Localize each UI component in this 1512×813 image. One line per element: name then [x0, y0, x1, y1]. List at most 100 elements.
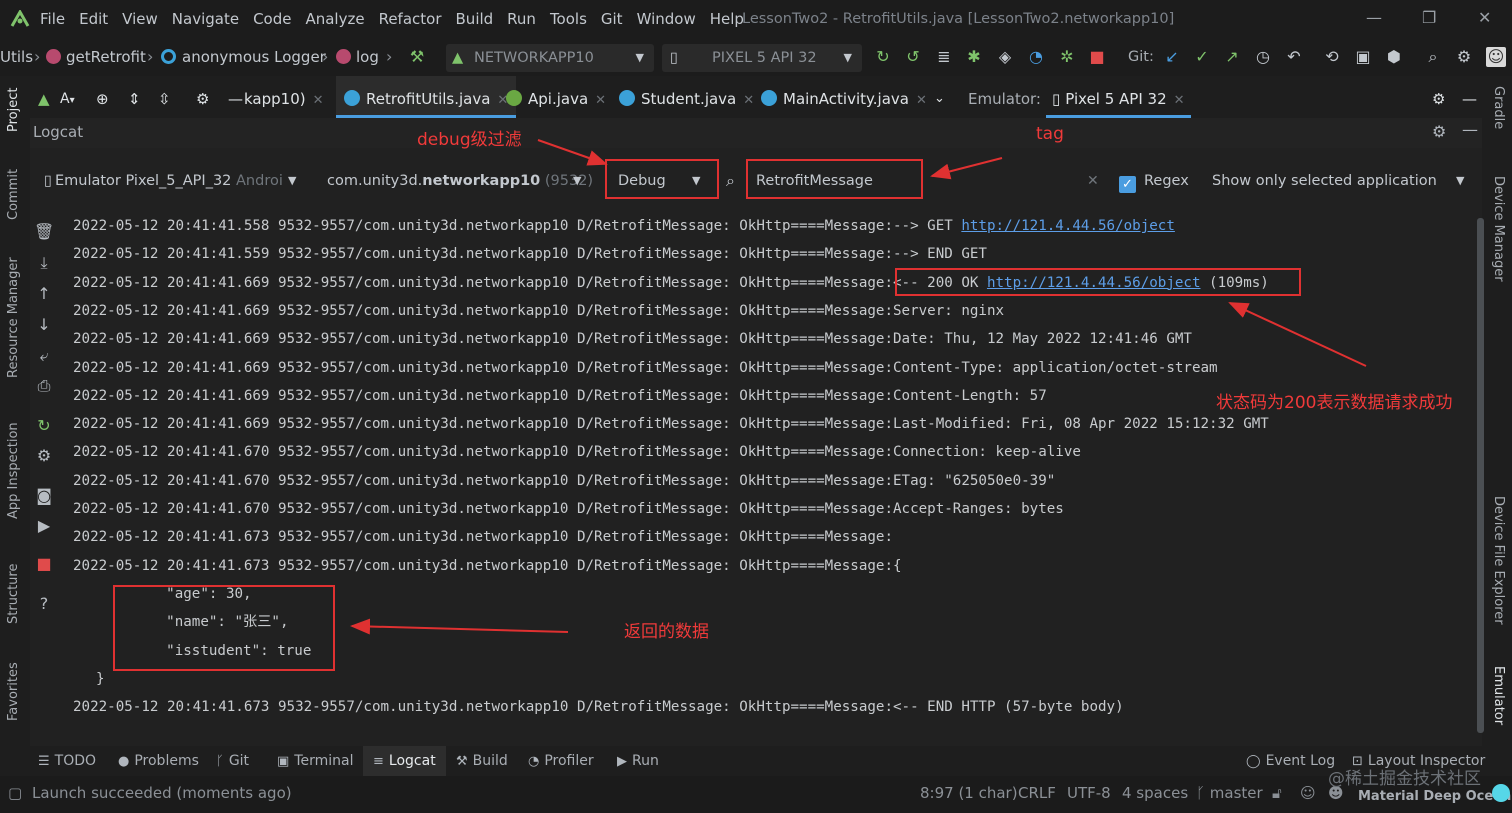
expand-all-icon[interactable]: ⇕: [128, 76, 141, 118]
gear-icon[interactable]: ⚙: [1454, 47, 1474, 67]
device-select[interactable]: ▯ PIXEL 5 API 32 ▼: [662, 44, 862, 72]
restart-icon[interactable]: ↻: [34, 416, 54, 436]
git-push-icon[interactable]: ↗: [1222, 47, 1242, 67]
camera-icon[interactable]: ◙: [34, 486, 54, 506]
problems-tool-button[interactable]: ● Problems: [118, 746, 199, 777]
hide-icon[interactable]: —: [228, 76, 243, 118]
device-manager-tool-tab[interactable]: Device Manager: [1491, 176, 1506, 282]
gear-icon[interactable]: ⚙: [34, 446, 54, 466]
menu-item-file[interactable]: File: [40, 0, 65, 38]
event-log-tool-button[interactable]: ◯ Event Log: [1246, 746, 1335, 777]
breadcrumb-utils[interactable]: Utils: [0, 38, 33, 76]
emulator-tool-tab[interactable]: Emulator: [1491, 666, 1506, 725]
history-icon[interactable]: ◷: [1253, 47, 1273, 67]
gear-icon[interactable]: ⚙: [1432, 122, 1446, 141]
line-separator[interactable]: CRLF: [1018, 776, 1056, 810]
logcat-output[interactable]: 2022-05-12 20:41:41.558 9532-9557/com.un…: [62, 212, 1472, 732]
device-filter-select[interactable]: ▯ Emulator Pixel_5_API_32 Androi ▼: [44, 164, 302, 198]
hammer-icon[interactable]: ⚒: [407, 47, 427, 67]
device-file-explorer-tool-tab[interactable]: Device File Explorer: [1491, 496, 1506, 625]
arrow-down-icon[interactable]: ↓: [34, 315, 54, 335]
trash-icon[interactable]: 🗑︎: [34, 222, 54, 242]
logcat-tool-button[interactable]: ≡ Logcat: [363, 746, 446, 777]
favorites-tool-tab[interactable]: Favorites: [6, 662, 21, 721]
menu-item-build[interactable]: Build: [456, 0, 494, 38]
search-icon[interactable]: ⌕: [1423, 47, 1443, 67]
resource-manager-tool-tab[interactable]: Resource Manager: [6, 257, 21, 378]
close-icon[interactable]: ✕: [1174, 93, 1185, 108]
apply-code-changes-icon[interactable]: ≣: [934, 47, 954, 67]
theme-label[interactable]: Material Deep Ocean: [1358, 780, 1511, 813]
sync-gradle-icon[interactable]: ⟲: [1322, 47, 1342, 67]
clear-search-icon[interactable]: ✕: [1087, 164, 1099, 198]
close-icon[interactable]: ✕: [1478, 0, 1491, 36]
close-icon[interactable]: ✕: [595, 93, 606, 108]
font-size-button[interactable]: A▾: [60, 76, 75, 118]
log-line-link[interactable]: http://121.4.44.56/object: [987, 275, 1201, 291]
regex-checkbox[interactable]: ✓ Regex: [1119, 164, 1189, 198]
vertical-scrollbar[interactable]: [1477, 218, 1484, 733]
avatar[interactable]: ☺: [1486, 47, 1506, 67]
menu-item-view[interactable]: View: [122, 0, 158, 38]
git-tool-button[interactable]: ᚴ Git: [216, 746, 249, 777]
menu-item-git[interactable]: Git: [601, 0, 623, 38]
app-inspection-tool-tab[interactable]: App Inspection: [6, 422, 21, 519]
rollback-icon[interactable]: ↶: [1284, 47, 1304, 67]
structure-tool-tab[interactable]: Structure: [6, 564, 21, 624]
target-icon[interactable]: ⊕: [96, 76, 109, 118]
profiler-tool-button[interactable]: ◔ Profiler: [528, 746, 594, 777]
git-commit-icon[interactable]: ✓: [1192, 47, 1212, 67]
menu-item-tools[interactable]: Tools: [550, 0, 587, 38]
tag-search-input[interactable]: RetrofitMessage: [756, 164, 1096, 198]
stop-icon[interactable]: ■: [34, 554, 54, 574]
lock-icon[interactable]: 🔓︎: [1272, 776, 1282, 810]
hide-icon[interactable]: —: [1462, 76, 1477, 118]
terminal-tool-button[interactable]: ▣ Terminal: [277, 746, 353, 777]
tab-mainactivity[interactable]: MainActivity.java ✕: [761, 76, 927, 118]
close-icon[interactable]: ✕: [313, 93, 324, 108]
menu-item-run[interactable]: Run: [507, 0, 536, 38]
minimize-icon[interactable]: —: [1366, 0, 1382, 36]
todo-tool-button[interactable]: ☰ TODO: [38, 746, 96, 777]
attach-debugger-icon[interactable]: ✲: [1057, 47, 1077, 67]
gear-icon[interactable]: ⚙: [196, 76, 209, 118]
close-icon[interactable]: ✕: [743, 93, 754, 108]
run-tool-button[interactable]: ▶ Run: [617, 746, 659, 777]
search-icon[interactable]: ⌕: [726, 164, 735, 198]
gradle-tool-tab[interactable]: Gradle: [1491, 86, 1506, 129]
android-icon[interactable]: ▲: [38, 76, 50, 118]
menu-item-navigate[interactable]: Navigate: [172, 0, 239, 38]
debug-icon[interactable]: ✱: [964, 47, 984, 67]
tab-emulator-pixel[interactable]: ▯ Pixel 5 API 32 ✕: [1046, 76, 1191, 118]
project-tool-tab[interactable]: Project: [6, 88, 21, 132]
menu-item-refactor[interactable]: Refactor: [379, 0, 442, 38]
breadcrumb-anonymous-logger[interactable]: anonymous Logger: [161, 38, 326, 76]
log-line-link[interactable]: http://121.4.44.56/object: [961, 218, 1175, 234]
breadcrumb-log[interactable]: log: [336, 38, 379, 76]
menu-item-code[interactable]: Code: [253, 0, 291, 38]
coverage-icon[interactable]: ◈: [995, 47, 1015, 67]
profiler-icon[interactable]: ◔: [1026, 47, 1046, 67]
caret-position[interactable]: 8:97 (1 char): [920, 776, 1018, 810]
tab-networkapp10[interactable]: kapp10) ✕: [244, 76, 324, 118]
menu-item-window[interactable]: Window: [637, 0, 696, 38]
indent-setting[interactable]: 4 spaces: [1122, 776, 1188, 810]
scope-select[interactable]: Show only selected application ▼: [1212, 164, 1472, 198]
file-encoding[interactable]: UTF-8: [1067, 776, 1111, 810]
maximize-icon[interactable]: ❐: [1422, 0, 1436, 36]
menu-item-analyze[interactable]: Analyze: [305, 0, 364, 38]
sdk-manager-icon[interactable]: ⬢: [1384, 47, 1404, 67]
toggle-tool-windows-icon[interactable]: ▢: [8, 776, 22, 810]
commit-tool-tab[interactable]: Commit: [6, 169, 21, 220]
rerun-icon[interactable]: ↻: [873, 47, 893, 67]
process-filter-select[interactable]: com.unity3d.networkapp10 (9532) ▼: [327, 164, 593, 198]
tab-student[interactable]: Student.java ✕: [619, 76, 754, 118]
scroll-to-end-icon[interactable]: ⤓: [34, 253, 54, 273]
chevron-down-icon[interactable]: ⌄: [934, 76, 945, 118]
collapse-all-icon[interactable]: ⇳: [158, 76, 171, 118]
git-update-icon[interactable]: ↙: [1162, 47, 1182, 67]
smiley-icon[interactable]: ☺: [1300, 776, 1316, 810]
build-tool-button[interactable]: ⚒ Build: [456, 746, 508, 777]
tab-retrofitutils[interactable]: RetrofitUtils.java ✕: [336, 76, 517, 118]
print-icon[interactable]: ⎙: [34, 376, 54, 396]
